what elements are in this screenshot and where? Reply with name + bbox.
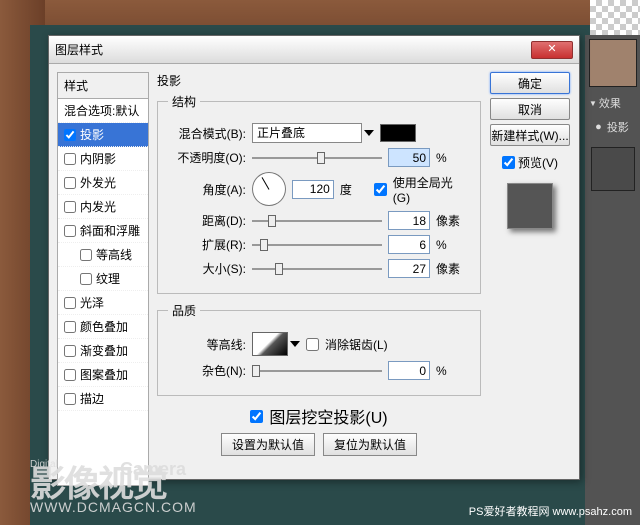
style-item-2[interactable]: 内阴影	[58, 147, 148, 171]
spread-slider[interactable]	[252, 236, 382, 254]
preview-swatch-panel	[591, 147, 635, 191]
style-item-11[interactable]: 图案叠加	[58, 363, 148, 387]
dialog-title: 图层样式	[55, 41, 531, 58]
style-checkbox[interactable]	[80, 273, 92, 285]
quality-fieldset: 品质 等高线: 消除锯齿(L) 杂色(N): %	[157, 302, 481, 396]
style-checkbox[interactable]	[64, 345, 76, 357]
style-checkbox[interactable]	[64, 129, 76, 141]
styles-list: 混合选项:默认投影内阴影外发光内发光斜面和浮雕等高线纹理光泽颜色叠加渐变叠加图案…	[57, 98, 149, 486]
style-checkbox[interactable]	[64, 225, 76, 237]
opacity-slider[interactable]	[252, 149, 382, 167]
set-default-button[interactable]: 设置为默认值	[221, 433, 315, 456]
dropdown-icon[interactable]	[364, 130, 374, 136]
style-checkbox[interactable]	[64, 297, 76, 309]
layer-thumbnail[interactable]	[589, 39, 637, 87]
distance-slider[interactable]	[252, 212, 382, 230]
noise-input[interactable]	[388, 361, 430, 380]
style-checkbox[interactable]	[64, 369, 76, 381]
watermark: Digital 影像视觉 Camera WWW.DCMAGCN.COM	[30, 456, 197, 515]
preview-checkbox-label[interactable]: 预览(V)	[502, 154, 558, 171]
style-checkbox[interactable]	[64, 201, 76, 213]
contour-picker[interactable]	[252, 332, 288, 356]
layer-style-dialog: 图层样式 ✕ 样式 混合选项:默认投影内阴影外发光内发光斜面和浮雕等高线纹理光泽…	[48, 35, 580, 480]
style-item-6[interactable]: 等高线	[58, 243, 148, 267]
style-item-5[interactable]: 斜面和浮雕	[58, 219, 148, 243]
style-item-10[interactable]: 渐变叠加	[58, 339, 148, 363]
spread-input[interactable]	[388, 235, 430, 254]
global-light-checkbox[interactable]	[374, 183, 387, 196]
reset-default-button[interactable]: 复位为默认值	[323, 433, 417, 456]
antialias-checkbox[interactable]	[306, 338, 319, 351]
ok-button[interactable]: 确定	[490, 72, 570, 94]
panel-title: 投影	[157, 72, 481, 89]
size-input[interactable]	[388, 259, 430, 278]
style-item-9[interactable]: 颜色叠加	[58, 315, 148, 339]
style-item-7[interactable]: 纹理	[58, 267, 148, 291]
angle-dial[interactable]	[252, 172, 286, 206]
preview-swatch	[507, 183, 553, 229]
styles-header: 样式	[57, 72, 149, 98]
new-style-button[interactable]: 新建样式(W)...	[490, 124, 570, 146]
distance-input[interactable]	[388, 211, 430, 230]
watermark-right: PS爱好者教程网 www.psahz.com	[469, 503, 632, 519]
noise-slider[interactable]	[252, 362, 382, 380]
style-checkbox[interactable]	[80, 249, 92, 261]
style-checkbox[interactable]	[64, 177, 76, 189]
style-item-12[interactable]: 描边	[58, 387, 148, 411]
close-button[interactable]: ✕	[531, 41, 573, 59]
dropdown-icon[interactable]	[290, 341, 300, 347]
knockout-checkbox[interactable]	[250, 410, 263, 423]
style-item-1[interactable]: 投影	[58, 123, 148, 147]
style-item-8[interactable]: 光泽	[58, 291, 148, 315]
size-slider[interactable]	[252, 260, 382, 278]
effects-row[interactable]: ▼效果	[585, 91, 640, 115]
blend-mode-select[interactable]: 正片叠底	[252, 123, 362, 143]
layers-panel: ▼效果 ● 投影	[585, 35, 640, 525]
preview-checkbox[interactable]	[502, 156, 515, 169]
cancel-button[interactable]: 取消	[490, 98, 570, 120]
opacity-input[interactable]	[388, 148, 430, 167]
style-item-0[interactable]: 混合选项:默认	[58, 99, 148, 123]
titlebar[interactable]: 图层样式 ✕	[49, 36, 579, 64]
style-checkbox[interactable]	[64, 153, 76, 165]
style-checkbox[interactable]	[64, 321, 76, 333]
shadow-color-swatch[interactable]	[380, 124, 416, 142]
angle-input[interactable]	[292, 180, 334, 199]
style-item-3[interactable]: 外发光	[58, 171, 148, 195]
style-item-4[interactable]: 内发光	[58, 195, 148, 219]
structure-fieldset: 结构 混合模式(B): 正片叠底 不透明度(O): % 角度(A):	[157, 93, 481, 294]
effect-item[interactable]: ● 投影	[585, 115, 640, 139]
style-checkbox[interactable]	[64, 393, 76, 405]
